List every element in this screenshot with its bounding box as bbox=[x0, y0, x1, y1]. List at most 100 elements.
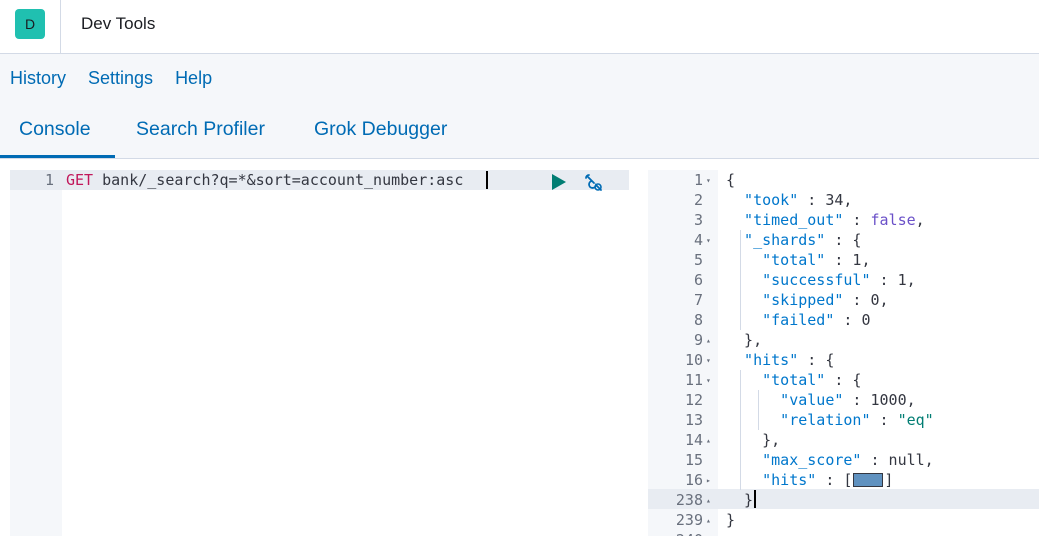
line-number: 16 bbox=[684, 471, 703, 489]
indent-guide bbox=[740, 450, 742, 490]
response-line: 1 ▾ { bbox=[648, 170, 1039, 190]
line-number: 3 bbox=[693, 211, 703, 229]
app-header: D Dev Tools bbox=[0, 0, 1039, 54]
line-text: "timed_out" : false, bbox=[744, 211, 925, 229]
fold-open-icon[interactable]: ▾ bbox=[706, 376, 711, 385]
request-method: GET bbox=[66, 171, 94, 189]
json-key: "value" bbox=[780, 391, 844, 409]
response-line: 238 ▴} bbox=[648, 490, 1039, 510]
settings-link[interactable]: Settings bbox=[88, 68, 153, 89]
tab-grok-debugger[interactable]: Grok Debugger bbox=[314, 118, 447, 141]
line-text: }, bbox=[762, 431, 781, 449]
indent-guide bbox=[740, 370, 742, 450]
json-key: "took" bbox=[744, 191, 799, 209]
line-text: "successful" : 1, bbox=[762, 271, 916, 289]
top-menu: History Settings Help bbox=[10, 68, 212, 89]
line-text: "hits" : { bbox=[744, 351, 835, 369]
wrench-icon[interactable] bbox=[583, 172, 605, 192]
response-line: 8 "failed" : 0 bbox=[648, 310, 1039, 330]
indent-guide bbox=[740, 230, 742, 330]
tabs-divider bbox=[0, 158, 1039, 159]
line-number: 240 bbox=[648, 531, 703, 536]
json-key: "successful" bbox=[762, 271, 871, 289]
play-icon[interactable] bbox=[552, 174, 566, 190]
fold-end-icon[interactable]: ▴ bbox=[706, 516, 711, 525]
tab-search-profiler[interactable]: Search Profiler bbox=[136, 118, 265, 141]
line-number: 7 bbox=[693, 291, 703, 309]
json-value: { bbox=[825, 351, 835, 369]
json-key: "relation" bbox=[780, 411, 871, 429]
line-text: { bbox=[726, 171, 736, 189]
json-value: 1000 bbox=[870, 391, 907, 409]
text-cursor bbox=[486, 171, 488, 189]
tab-console[interactable]: Console bbox=[19, 118, 91, 141]
json-value: 0 bbox=[861, 311, 871, 329]
line-text: "total" : { bbox=[762, 371, 862, 389]
request-line[interactable]: GET bank/_search?q=*&sort=account_number… bbox=[66, 171, 463, 189]
help-link[interactable]: Help bbox=[175, 68, 212, 89]
pane-resizer[interactable] bbox=[630, 159, 648, 536]
history-link[interactable]: History bbox=[10, 68, 66, 89]
line-text: "value" : 1000, bbox=[780, 391, 916, 409]
response-line: 14 ▴}, bbox=[648, 430, 1039, 450]
response-line: 11 ▾ "total" : { bbox=[648, 370, 1039, 390]
avatar[interactable]: D bbox=[15, 9, 45, 39]
response-line: 10 ▾ "hits" : { bbox=[648, 350, 1039, 370]
json-value: 0 bbox=[870, 291, 880, 309]
response-line: 3 "timed_out" : false, bbox=[648, 210, 1039, 230]
json-value: { bbox=[852, 371, 862, 389]
request-path: bank/_search?q=*&sort=account_number:asc bbox=[102, 171, 464, 189]
line-number: 238 bbox=[675, 491, 703, 509]
line-number: 10 bbox=[684, 351, 703, 369]
request-editor[interactable]: 1 GET bank/_search?q=*&sort=account_numb… bbox=[10, 170, 629, 536]
line-number: 1 bbox=[693, 171, 703, 189]
response-line: 7 "skipped" : 0, bbox=[648, 290, 1039, 310]
line-number: 12 bbox=[684, 391, 703, 409]
line-text: } bbox=[744, 491, 754, 509]
fold-end-icon[interactable]: ▴ bbox=[706, 436, 711, 445]
fold-open-icon[interactable]: ▾ bbox=[706, 236, 711, 245]
json-value: [ bbox=[843, 471, 853, 489]
json-key: "total" bbox=[762, 251, 826, 269]
line-number: 8 bbox=[693, 311, 703, 329]
json-value: { bbox=[852, 231, 862, 249]
fold-open-icon[interactable]: ▾ bbox=[706, 356, 711, 365]
line-text: }, bbox=[744, 331, 763, 349]
json-value: 34 bbox=[825, 191, 844, 209]
fold-open-icon[interactable]: ▾ bbox=[706, 176, 711, 185]
page-title: Dev Tools bbox=[81, 14, 156, 33]
json-key: "max_score" bbox=[762, 451, 862, 469]
fold-closed-icon[interactable]: ▸ bbox=[706, 476, 711, 485]
line-number: 5 bbox=[693, 251, 703, 269]
response-line: 9 ▴}, bbox=[648, 330, 1039, 350]
line-number: 13 bbox=[684, 411, 703, 429]
response-line: 6 "successful" : 1, bbox=[648, 270, 1039, 290]
json-key: "total" bbox=[762, 371, 826, 389]
response-line: 15 "max_score" : null, bbox=[648, 450, 1039, 470]
line-text: "max_score" : null, bbox=[762, 451, 934, 469]
line-number: 11 bbox=[684, 371, 703, 389]
response-line: 16 ▸ "hits" : [] bbox=[648, 470, 1039, 490]
line-text: "relation" : "eq" bbox=[780, 411, 934, 429]
response-line: 4 ▾ "_shards" : { bbox=[648, 230, 1039, 250]
json-key: "skipped" bbox=[762, 291, 844, 309]
response-line: 12 "value" : 1000, bbox=[648, 390, 1039, 410]
json-value: 1 bbox=[852, 251, 862, 269]
response-viewer[interactable]: 1 ▾{2 "took" : 34, 3 "timed_out" : false, 4 ▾ "… bbox=[648, 170, 1039, 536]
line-text: "total" : 1, bbox=[762, 251, 871, 269]
line-number: 239 bbox=[675, 511, 703, 529]
json-key: "failed" bbox=[762, 311, 835, 329]
line-text: "took" : 34, bbox=[744, 191, 853, 209]
response-line: 13 "relation" : "eq" bbox=[648, 410, 1039, 430]
fold-end-icon[interactable]: ▴ bbox=[706, 336, 711, 345]
request-gutter bbox=[10, 170, 62, 536]
line-text: "failed" : 0 bbox=[762, 311, 871, 329]
json-key: "hits" bbox=[744, 351, 799, 369]
line-text: "skipped" : 0, bbox=[762, 291, 889, 309]
response-line: 5 "total" : 1, bbox=[648, 250, 1039, 270]
collapsed-array-icon[interactable] bbox=[853, 472, 884, 487]
line-text: "hits" : [] bbox=[762, 471, 894, 489]
fold-end-icon[interactable]: ▴ bbox=[706, 496, 711, 505]
response-line: 240 bbox=[648, 530, 1039, 536]
line-number: 6 bbox=[693, 271, 703, 289]
